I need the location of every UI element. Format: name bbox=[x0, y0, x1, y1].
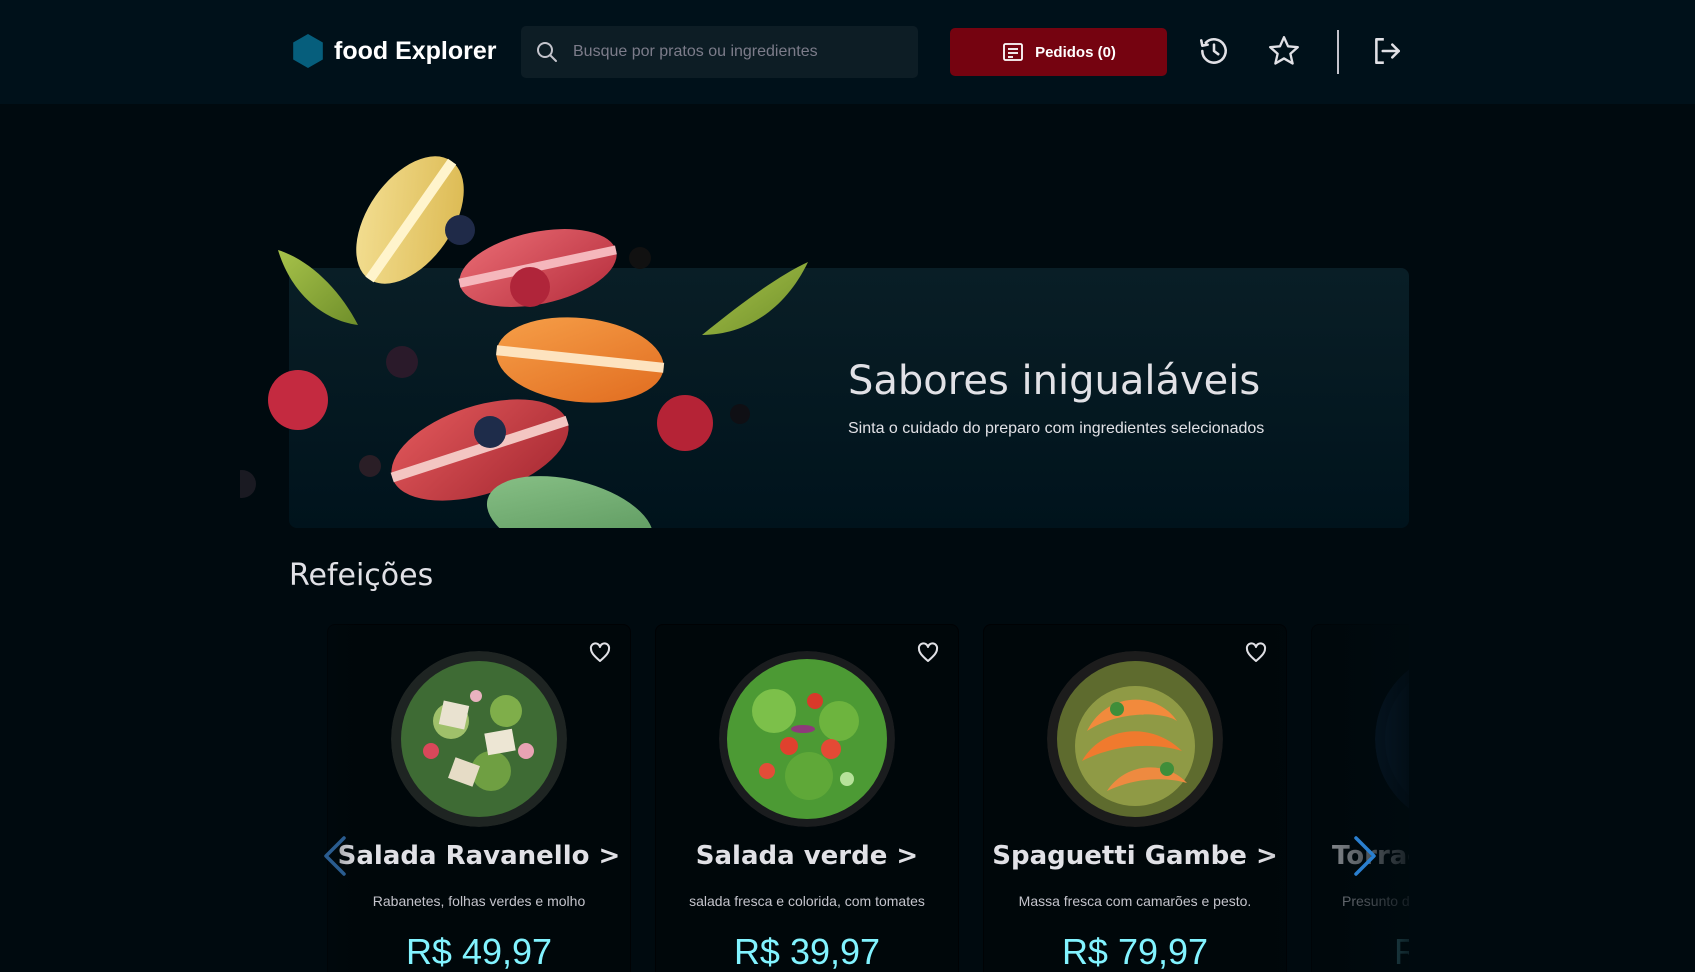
dish-card[interactable]: Salada verde > salada fresca e colorida,… bbox=[655, 624, 959, 972]
orders-button[interactable]: Pedidos (0) bbox=[950, 28, 1167, 76]
dish-image[interactable] bbox=[719, 651, 895, 827]
favorites-button[interactable] bbox=[1267, 34, 1301, 68]
dish-description: salada fresca e colorida, com tomates bbox=[689, 893, 925, 909]
dish-price: R$ 2 bbox=[1394, 931, 1409, 972]
dish-price: R$ 39,97 bbox=[733, 931, 881, 972]
search-input[interactable] bbox=[573, 43, 903, 61]
carousel-next-button[interactable] bbox=[1350, 834, 1380, 878]
dish-description: Massa fresca com camarões e pesto. bbox=[1018, 893, 1252, 909]
section-title-meals: Refeições bbox=[289, 558, 434, 593]
brand-logo[interactable]: food Explorer bbox=[292, 33, 497, 69]
history-button[interactable] bbox=[1197, 34, 1231, 68]
heart-icon[interactable] bbox=[588, 641, 612, 665]
search-icon bbox=[537, 42, 557, 62]
macarons-illustration bbox=[240, 156, 808, 528]
brand-name: food Explorer bbox=[334, 36, 497, 65]
header-divider bbox=[1337, 30, 1339, 74]
receipt-icon bbox=[1003, 43, 1023, 61]
dish-name[interactable]: Salada verde > bbox=[656, 841, 958, 871]
search-bar[interactable] bbox=[521, 26, 918, 78]
history-icon bbox=[1199, 38, 1227, 64]
chevron-left-icon bbox=[324, 836, 346, 876]
dish-image[interactable] bbox=[391, 651, 567, 827]
orders-button-label: Pedidos (0) bbox=[1035, 43, 1116, 61]
heart-icon[interactable] bbox=[916, 641, 940, 665]
dish-description: Rabanetes, folhas verdes e molho bbox=[372, 893, 586, 909]
star-icon bbox=[1269, 36, 1299, 65]
carousel-prev-button[interactable] bbox=[320, 834, 350, 878]
chevron-right-icon bbox=[1354, 836, 1376, 876]
dish-name[interactable]: Spaguetti Gambe > bbox=[984, 841, 1286, 871]
banner-subtitle: Sinta o cuidado do preparo com ingredien… bbox=[848, 420, 1265, 437]
dish-card[interactable]: Salada Ravanello > Rabanetes, folhas ver… bbox=[327, 624, 631, 972]
dish-price: R$ 79,97 bbox=[1061, 931, 1209, 972]
dish-name[interactable]: Salada Ravanello > bbox=[328, 841, 630, 871]
dish-image[interactable] bbox=[1375, 651, 1409, 827]
logout-button[interactable] bbox=[1370, 34, 1404, 68]
banner-title: Sabores inigualáveis bbox=[848, 358, 1261, 404]
dish-card[interactable]: Spaguetti Gambe > Massa fresca com camar… bbox=[983, 624, 1287, 972]
heart-icon[interactable] bbox=[1244, 641, 1268, 665]
dish-price: R$ 49,97 bbox=[405, 931, 553, 972]
top-header: food Explorer Pedidos (0) bbox=[0, 0, 1695, 104]
meals-carousel: Salada Ravanello > Rabanetes, folhas ver… bbox=[289, 624, 1409, 972]
hexagon-logo-icon bbox=[293, 34, 323, 68]
dish-description: Presunto de parma bbox=[1342, 893, 1409, 909]
dish-image[interactable] bbox=[1047, 651, 1223, 827]
dish-card[interactable]: Torradas Presunto de parma R$ 2 bbox=[1311, 624, 1409, 972]
logout-icon bbox=[1375, 38, 1400, 64]
